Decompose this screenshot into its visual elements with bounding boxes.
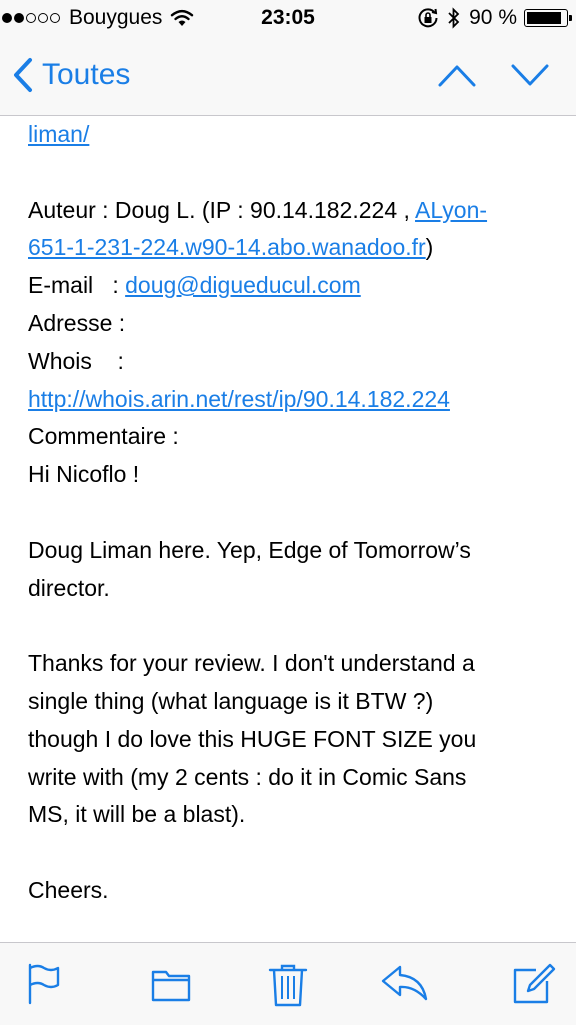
author-text: Auteur : Doug L. (IP : 90.14.182.224 , — [28, 196, 416, 223]
trash-icon — [268, 964, 308, 1007]
reply-button[interactable] — [380, 963, 430, 1008]
whois-link[interactable]: http://whois.arin.net/rest/ip/90.14.182.… — [28, 386, 450, 412]
paragraph-1-line-2: director. — [28, 574, 110, 601]
chevron-up-icon — [438, 65, 476, 87]
battery-icon — [524, 9, 572, 27]
closing-text: Cheers. — [28, 876, 109, 903]
status-right: 90 % — [417, 6, 572, 30]
chevron-down-icon — [511, 64, 549, 86]
email-label: E-mail : — [28, 272, 126, 299]
bottom-toolbar — [0, 942, 576, 1025]
next-message-button[interactable] — [510, 62, 550, 93]
compose-icon — [513, 963, 556, 1004]
author-suffix: ) — [425, 234, 434, 261]
reply-icon — [381, 965, 428, 1001]
paragraph-2-line-5: MS, it will be a blast). — [28, 801, 246, 828]
previous-message-button[interactable] — [437, 62, 477, 93]
whois-label: Whois : — [28, 347, 124, 374]
battery-percent: 90 % — [469, 6, 517, 29]
paragraph-2-line-2: single thing (what language is it BTW ?) — [28, 687, 434, 714]
email-link[interactable]: doug@digueducul.com — [125, 272, 361, 298]
status-bar: Bouygues 23:05 90 % — [0, 0, 576, 40]
flag-icon — [28, 963, 60, 1005]
author-line: Auteur : Doug L. (IP : 90.14.182.224 , A… — [28, 192, 558, 230]
email-line: E-mail : doug@digueducul.com — [28, 267, 558, 305]
paragraph-2-line-3: though I do love this HUGE FONT SIZE you — [28, 725, 477, 752]
navigation-bar: Toutes — [0, 40, 576, 116]
author-line-cont: 651-1-231-224.w90-14.abo.wanadoo.fr) — [28, 229, 558, 267]
greeting-text: Hi Nicoflo ! — [28, 461, 140, 488]
bluetooth-icon — [447, 7, 461, 29]
back-button-label: Toutes — [42, 58, 131, 91]
paragraph-1-line-1: Doug Liman here. Yep, Edge of Tomorrow’s — [28, 536, 471, 563]
chevron-left-icon — [14, 58, 32, 92]
back-button[interactable]: Toutes — [12, 57, 130, 93]
flag-button[interactable] — [26, 963, 62, 1010]
comment-label: Commentaire : — [28, 423, 179, 450]
move-to-folder-button[interactable] — [150, 963, 192, 1010]
address-label: Adresse : — [28, 309, 126, 336]
hostname-link-cont[interactable]: 651-1-231-224.w90-14.abo.wanadoo.fr — [28, 234, 426, 260]
hostname-link[interactable]: ALyon- — [415, 197, 487, 223]
compose-button[interactable] — [512, 963, 556, 1010]
url-link[interactable]: liman/ — [28, 121, 89, 147]
paragraph-2-line-1: Thanks for your review. I don't understa… — [28, 650, 475, 677]
folder-icon — [151, 970, 191, 1002]
rotation-lock-icon — [417, 7, 439, 29]
message-body: liman/ Auteur : Doug L. (IP : 90.14.182.… — [28, 116, 558, 942]
delete-button[interactable] — [268, 963, 308, 1012]
paragraph-2-line-4: write with (my 2 cents : do it in Comic … — [28, 763, 467, 790]
